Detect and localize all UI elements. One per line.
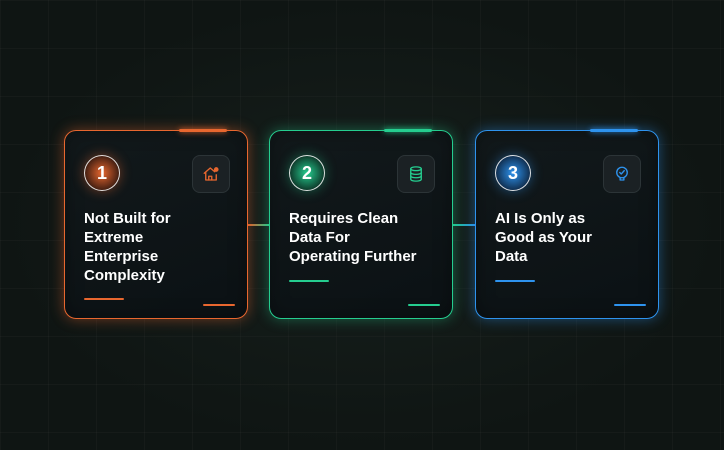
step-card-2: 2 Requires Clean Data For Operating Furt… (269, 129, 453, 319)
card-top-accent (590, 129, 638, 132)
title-underline (289, 280, 329, 282)
house-chart-icon (192, 155, 230, 193)
connector-line (453, 224, 475, 226)
title-underline (84, 298, 124, 300)
step-number-badge: 3 (495, 155, 531, 191)
database-icon (397, 155, 435, 193)
step-title: AI Is Only as Good as Your Data (495, 210, 592, 265)
step-card-1: 1 Not Built for Extreme Enterprise Compl… (64, 129, 248, 319)
connector-line (248, 224, 270, 226)
corner-accent-line (203, 304, 235, 306)
card-top-accent (179, 129, 227, 132)
title-underline (495, 280, 535, 282)
lightbulb-check-icon (603, 155, 641, 193)
step-card-3: 3 AI Is Only as Good as Your Data (475, 129, 659, 319)
corner-accent-line (408, 304, 440, 306)
diagram-canvas: 1 Not Built for Extreme Enterprise Compl… (0, 0, 724, 450)
step-title: Not Built for Extreme Enterprise Complex… (84, 210, 171, 284)
step-number-badge: 2 (289, 155, 325, 191)
corner-accent-line (614, 304, 646, 306)
step-title: Requires Clean Data For Operating Furthe… (289, 210, 417, 265)
card-top-accent (384, 129, 432, 132)
step-number-badge: 1 (84, 155, 120, 191)
